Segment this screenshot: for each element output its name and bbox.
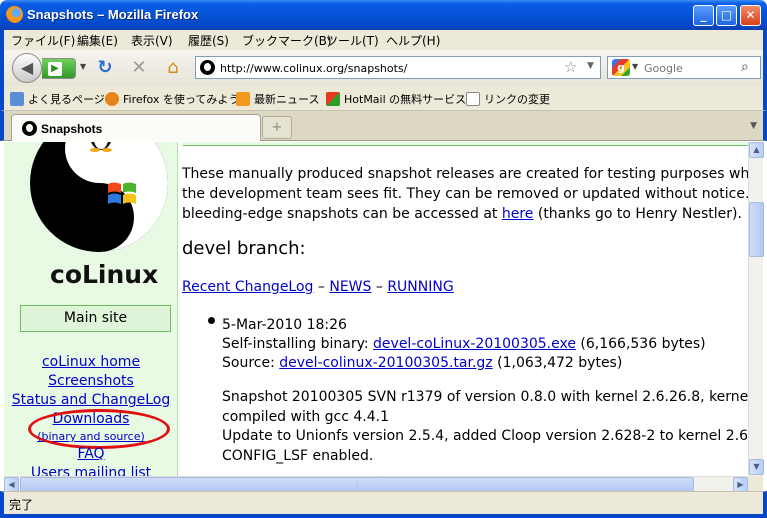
engine-dropdown-icon[interactable]: ▼ <box>632 62 638 71</box>
menu-tools[interactable]: ツール(T) <box>326 32 379 49</box>
header-divider <box>183 142 748 146</box>
bookmark-getting-started[interactable]: Firefox を使ってみよう <box>105 91 239 107</box>
menu-help[interactable]: ヘルプ(H) <box>386 32 440 49</box>
sidebar-link-colinux-home[interactable]: coLinux home <box>4 354 178 370</box>
menu-file[interactable]: ファイル(F) <box>11 32 75 49</box>
search-bar[interactable]: g ▼ ⌕ <box>607 56 761 79</box>
forward-button[interactable]: ▶ <box>42 58 76 79</box>
binary-download-link[interactable]: devel-coLinux-20100305.exe <box>373 336 576 352</box>
history-dropdown-icon[interactable]: ▼ <box>80 62 88 71</box>
red-highlight-circle <box>28 409 170 449</box>
status-text: 完了 <box>9 498 34 512</box>
scroll-left-arrow-icon[interactable]: ◀ <box>4 477 19 492</box>
search-icon[interactable]: ⌕ <box>741 59 749 75</box>
news-link[interactable]: NEWS <box>329 279 371 295</box>
url-dropdown-icon[interactable]: ▼ <box>587 61 594 71</box>
forward-arrow-icon: ▶ <box>48 62 62 76</box>
tab-strip: Snapshots + ▼ <box>0 111 767 141</box>
horizontal-scroll-thumb[interactable]: ⦙ <box>20 477 694 492</box>
url-input[interactable] <box>220 60 550 76</box>
page-content: coLinux Main site coLinux home Screensho… <box>4 142 748 476</box>
stop-icon[interactable]: ✕ <box>128 57 150 79</box>
search-input[interactable] <box>644 60 740 76</box>
site-favicon-icon <box>200 60 215 75</box>
snapshot-notes: Snapshot 20100305 SVN r1379 of version 0… <box>222 389 748 464</box>
back-forward-group: ◀ ▶ ▼ <box>12 53 86 83</box>
bookmarks-toolbar: よく見るページ Firefox を使ってみよう 最新ニュース HotMail の… <box>0 86 767 111</box>
windows-flag-icon <box>326 92 340 106</box>
tab-snapshots[interactable]: Snapshots <box>11 114 261 141</box>
folder-icon <box>10 92 24 106</box>
rss-feed-icon <box>236 92 250 106</box>
url-bar[interactable]: ☆ ▼ <box>195 56 601 79</box>
minimize-button[interactable]: _ <box>693 5 714 26</box>
menu-bar: ファイル(F) 編集(E) 表示(V) 履歴(S) ブックマーク(B) ツール(… <box>0 30 767 50</box>
horizontal-scrollbar[interactable]: ◀ ⦙ ▶ <box>4 476 748 492</box>
navigation-toolbar: ◀ ▶ ▼ ↻ ✕ ⌂ ☆ ▼ g ▼ ⌕ <box>0 50 767 86</box>
bookmark-customize-links[interactable]: リンクの変更 <box>466 91 550 107</box>
snapshot-date: 5-Mar-2010 18:26 <box>222 317 347 333</box>
bookmark-latest-news[interactable]: 最新ニュース <box>236 91 319 107</box>
sidebar: coLinux Main site coLinux home Screensho… <box>4 142 178 476</box>
main-column: These manually produced snapshot release… <box>178 142 748 476</box>
home-icon[interactable]: ⌂ <box>162 57 184 79</box>
menu-history[interactable]: 履歴(S) <box>188 32 229 49</box>
tux-penguin-icon <box>90 142 112 152</box>
vertical-scroll-thumb[interactable] <box>749 202 764 257</box>
firefox-icon <box>105 92 119 106</box>
scroll-right-arrow-icon[interactable]: ▶ <box>733 477 748 492</box>
window-title: Snapshots – Mozilla Firefox <box>27 7 199 22</box>
sidebar-link-faq[interactable]: FAQ <box>4 446 178 462</box>
sidebar-link-status-changelog[interactable]: Status and ChangeLog <box>4 392 178 408</box>
window-titlebar[interactable]: Snapshots – Mozilla Firefox _ □ ✕ <box>0 0 767 30</box>
scroll-up-arrow-icon[interactable]: ▲ <box>749 142 764 158</box>
google-engine-icon[interactable]: g <box>612 59 630 76</box>
page-icon <box>466 92 480 106</box>
menu-view[interactable]: 表示(V) <box>131 32 173 49</box>
colinux-favicon-icon <box>22 121 37 136</box>
scroll-down-arrow-icon[interactable]: ▼ <box>749 459 764 475</box>
intro-paragraph: These manually produced snapshot release… <box>182 166 748 222</box>
list-bullet <box>208 317 215 324</box>
windows-logo-icon <box>108 182 136 204</box>
reload-icon[interactable]: ↻ <box>94 57 116 79</box>
menu-edit[interactable]: 編集(E) <box>77 32 118 49</box>
menu-bookmarks[interactable]: ブックマーク(B) <box>242 32 332 49</box>
close-button[interactable]: ✕ <box>740 5 761 26</box>
scrollbar-corner <box>748 476 763 491</box>
status-bar: 完了 <box>0 491 767 518</box>
colinux-logo <box>30 142 168 252</box>
source-download-link[interactable]: devel-colinux-20100305.tar.gz <box>279 355 492 371</box>
tab-label: Snapshots <box>41 122 103 136</box>
firefox-logo-icon <box>6 6 23 23</box>
vertical-scrollbar[interactable]: ▲ ▼ <box>748 142 764 476</box>
sidebar-link-screenshots[interactable]: Screenshots <box>4 373 178 389</box>
main-site-box[interactable]: Main site <box>20 305 171 332</box>
recent-changelog-link[interactable]: Recent ChangeLog <box>182 279 313 295</box>
bookmark-most-visited[interactable]: よく見るページ <box>10 91 105 107</box>
maximize-button[interactable]: □ <box>716 5 737 26</box>
doc-links: Recent ChangeLog – NEWS – RUNNING <box>182 279 454 295</box>
bookmark-star-icon[interactable]: ☆ <box>564 58 577 76</box>
sidebar-link-mailing-list[interactable]: Users mailing list <box>4 465 178 476</box>
tab-list-dropdown-icon[interactable]: ▼ <box>750 121 757 131</box>
section-heading: devel branch: <box>182 238 306 259</box>
back-button[interactable]: ◀ <box>12 53 42 83</box>
bookmark-hotmail[interactable]: HotMail の無料サービス <box>326 91 466 107</box>
brand-wordmark: coLinux <box>50 260 159 289</box>
new-tab-button[interactable]: + <box>262 116 292 139</box>
here-link[interactable]: here <box>502 206 534 222</box>
running-link[interactable]: RUNNING <box>387 279 453 295</box>
snapshot-entry: 5-Mar-2010 18:26 Self-installing binary:… <box>222 317 706 371</box>
